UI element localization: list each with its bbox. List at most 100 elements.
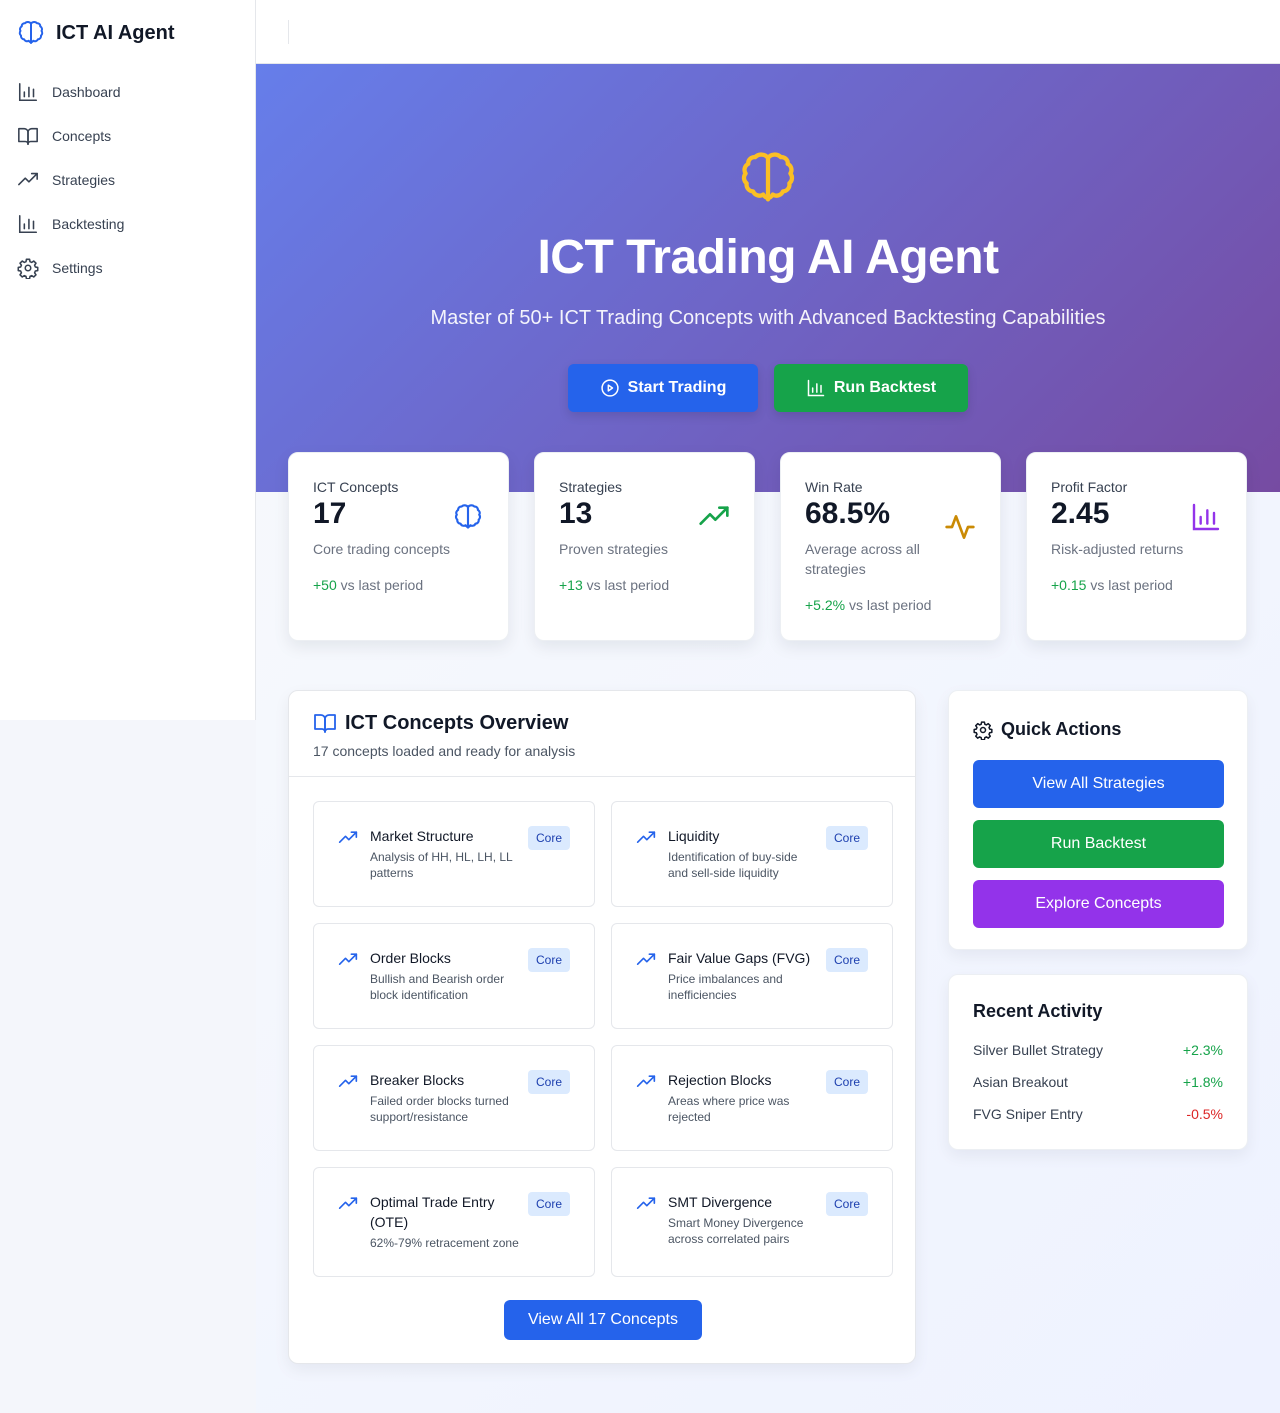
sidebar-item-concepts[interactable]: Concepts bbox=[0, 114, 255, 158]
stat-card-strategies: Strategies 13 Proven strategies +13 vs l… bbox=[534, 452, 755, 641]
stat-card-win-rate: Win Rate 68.5% Average across all strate… bbox=[780, 452, 1001, 641]
hero-subtitle: Master of 50+ ICT Trading Concepts with … bbox=[430, 307, 1106, 329]
hero-banner: ICT Trading AI Agent Master of 50+ ICT T… bbox=[256, 64, 1280, 492]
core-badge: Core bbox=[527, 1070, 570, 1094]
top-bar bbox=[256, 0, 1280, 64]
concept-card-optimal-trade-entry[interactable]: Optimal Trade Entry (OTE) 62%-79% retrac… bbox=[313, 1167, 595, 1277]
stat-change-suffix: vs last period bbox=[340, 577, 424, 593]
core-badge: Core bbox=[825, 826, 868, 850]
activity-value: +2.3% bbox=[1182, 1042, 1223, 1058]
view-all-strategies-button[interactable]: View All Strategies bbox=[973, 760, 1224, 808]
brain-icon bbox=[16, 18, 46, 48]
stat-description: Core trading concepts bbox=[313, 541, 450, 557]
bar-chart-icon bbox=[1190, 501, 1222, 533]
explore-concepts-button[interactable]: Explore Concepts bbox=[973, 880, 1224, 928]
panel-title: ICT Concepts Overview bbox=[345, 711, 569, 734]
sidebar-item-dashboard[interactable]: Dashboard bbox=[0, 70, 255, 114]
stats-row: ICT Concepts 17 Core trading concepts +5… bbox=[288, 452, 1247, 641]
concept-card-rejection-blocks[interactable]: Rejection Blocks Areas where price was r… bbox=[611, 1045, 893, 1151]
concept-name: Optimal Trade Entry (OTE) bbox=[370, 1194, 495, 1230]
sidebar-item-strategies[interactable]: Strategies bbox=[0, 158, 255, 202]
concepts-overview-panel: ICT Concepts Overview 17 concepts loaded… bbox=[288, 690, 916, 1364]
hero-buttons: Start Trading Run Backtest bbox=[256, 364, 1280, 412]
list-item: Silver Bullet Strategy +2.3% bbox=[973, 1034, 1223, 1066]
concept-description: Smart Money Divergence across correlated… bbox=[668, 1216, 804, 1246]
sidebar-item-label: Strategies bbox=[52, 172, 116, 188]
concept-description: Bullish and Bearish order block identifi… bbox=[370, 972, 505, 1002]
book-open-icon bbox=[16, 124, 40, 148]
book-open-icon bbox=[313, 711, 337, 735]
stat-change-value: +0.15 bbox=[1051, 577, 1087, 593]
concept-card-fair-value-gaps[interactable]: Fair Value Gaps (FVG) Price imbalances a… bbox=[611, 923, 893, 1029]
concept-description: Areas where price was rejected bbox=[668, 1094, 790, 1124]
concept-name: Liquidity bbox=[668, 828, 720, 844]
activity-name: Asian Breakout bbox=[973, 1074, 1068, 1090]
gear-icon bbox=[16, 256, 40, 280]
activity-icon bbox=[944, 511, 976, 543]
sidebar-item-label: Dashboard bbox=[52, 84, 121, 100]
concept-text: Optimal Trade Entry (OTE) 62%-79% retrac… bbox=[370, 1192, 520, 1251]
brand-title: ICT AI Agent bbox=[56, 21, 175, 44]
concept-description: Identification of buy-side and sell-side… bbox=[668, 850, 798, 880]
quick-actions-card: Quick Actions View All Strategies Run Ba… bbox=[948, 690, 1248, 950]
concept-text: Liquidity Identification of buy-side and… bbox=[668, 826, 818, 881]
concept-card-market-structure[interactable]: Market Structure Analysis of HH, HL, LH,… bbox=[313, 801, 595, 907]
trending-up-icon bbox=[338, 1194, 358, 1214]
hero-title: ICT Trading AI Agent bbox=[537, 231, 999, 284]
stat-change: +0.15 vs last period bbox=[1051, 577, 1222, 593]
concept-card-liquidity[interactable]: Liquidity Identification of buy-side and… bbox=[611, 801, 893, 907]
panel-title-row: ICT Concepts Overview bbox=[313, 711, 891, 735]
concept-text: Breaker Blocks Failed order blocks turne… bbox=[370, 1070, 520, 1125]
stat-change-suffix: vs last period bbox=[848, 597, 932, 613]
stat-description: Average across all strategies bbox=[805, 541, 920, 577]
stat-change: +50 vs last period bbox=[313, 577, 484, 593]
bar-chart-icon bbox=[806, 378, 826, 398]
topbar-divider bbox=[288, 20, 289, 44]
core-badge: Core bbox=[825, 948, 868, 972]
stat-change-suffix: vs last period bbox=[1090, 577, 1173, 593]
panel-subtitle: 17 concepts loaded and ready for analysi… bbox=[313, 743, 576, 759]
activity-name: Silver Bullet Strategy bbox=[973, 1042, 1103, 1058]
run-backtest-button[interactable]: Run Backtest bbox=[774, 364, 968, 412]
concept-name: Breaker Blocks bbox=[370, 1072, 465, 1088]
sidebar-nav: Dashboard Concepts Strategies Backtestin… bbox=[0, 70, 255, 290]
sidebar-item-settings[interactable]: Settings bbox=[0, 246, 255, 290]
concept-grid: Market Structure Analysis of HH, HL, LH,… bbox=[313, 801, 893, 1277]
stat-card-concepts: ICT Concepts 17 Core trading concepts +5… bbox=[288, 452, 509, 641]
concept-description: Price imbalances and inefficiencies bbox=[668, 972, 783, 1002]
concept-name: Market Structure bbox=[370, 828, 474, 844]
trending-up-icon bbox=[636, 1072, 656, 1092]
stat-card-profit-factor: Profit Factor 2.45 Risk-adjusted returns… bbox=[1026, 452, 1247, 641]
trending-up-icon bbox=[636, 828, 656, 848]
recent-activity-card: Recent Activity Silver Bullet Strategy +… bbox=[948, 974, 1248, 1150]
stat-description: Proven strategies bbox=[559, 541, 668, 557]
sidebar-item-backtesting[interactable]: Backtesting bbox=[0, 202, 255, 246]
bar-chart-icon bbox=[16, 212, 40, 236]
stat-change-value: +13 bbox=[559, 577, 583, 593]
concept-text: Market Structure Analysis of HH, HL, LH,… bbox=[370, 826, 520, 881]
quick-actions-title: Quick Actions bbox=[1001, 719, 1122, 739]
view-all-concepts-button[interactable]: View All 17 Concepts bbox=[504, 1300, 702, 1340]
list-item: FVG Sniper Entry -0.5% bbox=[973, 1098, 1223, 1130]
concept-card-order-blocks[interactable]: Order Blocks Bullish and Bearish order b… bbox=[313, 923, 595, 1029]
concept-card-smt-divergence[interactable]: SMT Divergence Smart Money Divergence ac… bbox=[611, 1167, 893, 1277]
concept-name: Rejection Blocks bbox=[668, 1072, 772, 1088]
brand[interactable]: ICT AI Agent bbox=[16, 18, 175, 48]
concept-card-breaker-blocks[interactable]: Breaker Blocks Failed order blocks turne… bbox=[313, 1045, 595, 1151]
sidebar-item-label: Concepts bbox=[52, 128, 112, 144]
trending-up-icon bbox=[698, 501, 730, 533]
trending-up-icon bbox=[338, 1072, 358, 1092]
bar-chart-icon bbox=[16, 80, 40, 104]
stat-change-value: +5.2% bbox=[805, 597, 846, 613]
trending-up-icon bbox=[338, 950, 358, 970]
stat-label: Profit Factor bbox=[1051, 479, 1128, 495]
core-badge: Core bbox=[527, 1192, 570, 1216]
sidebar-item-label: Backtesting bbox=[52, 216, 125, 232]
sidebar: ICT AI Agent Dashboard Concepts Strategi… bbox=[0, 0, 256, 720]
concept-description: Analysis of HH, HL, LH, LL patterns bbox=[370, 850, 513, 880]
concept-name: SMT Divergence bbox=[668, 1194, 773, 1210]
core-badge: Core bbox=[527, 826, 570, 850]
trending-up-icon bbox=[338, 828, 358, 848]
run-backtest-action-button[interactable]: Run Backtest bbox=[973, 820, 1224, 868]
start-trading-button[interactable]: Start Trading bbox=[568, 364, 758, 412]
